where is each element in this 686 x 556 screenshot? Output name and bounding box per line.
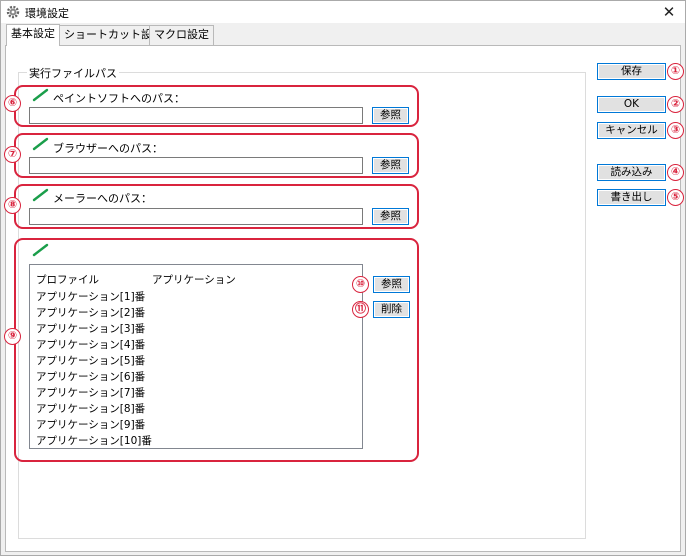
application-list[interactable]: プロファイル アプリケーション アプリケーション[1]番 アプリケーション[2]… (29, 264, 363, 449)
settings-window: 環境設定 ✕ 基本設定 ショートカット設定 マクロ設定 実行ファイルパス ペイン… (0, 0, 686, 556)
mailer-path-input[interactable] (29, 208, 363, 225)
pencil-icon (32, 88, 49, 102)
annotation-badge-1: ① (667, 63, 684, 80)
annotation-badge-8: ⑧ (4, 197, 21, 214)
group-label: 実行ファイルパス (27, 65, 119, 81)
annotation-badge-10: ⑩ (352, 276, 369, 293)
mailer-path-label: メーラーへのパス： (53, 192, 152, 205)
list-item[interactable]: アプリケーション[5]番 (36, 353, 145, 369)
annotation-badge-3: ③ (667, 122, 684, 139)
tab-basic-settings[interactable]: 基本設定 (6, 24, 60, 46)
list-item[interactable]: アプリケーション[8]番 (36, 401, 145, 417)
tab-macro-settings[interactable]: マクロ設定 (149, 25, 214, 45)
close-button[interactable]: ✕ (659, 2, 679, 22)
paint-browse-button[interactable]: 参照 (372, 107, 409, 124)
browser-path-input[interactable] (29, 157, 363, 174)
pencil-icon (32, 243, 49, 257)
save-button[interactable]: 保存 (597, 63, 666, 80)
cancel-button[interactable]: キャンセル (597, 122, 666, 139)
mailer-browse-button[interactable]: 参照 (372, 208, 409, 225)
pencil-icon (32, 137, 49, 151)
list-item[interactable]: アプリケーション[10]番 (36, 433, 152, 448)
column-header-application[interactable]: アプリケーション (152, 272, 236, 287)
export-button[interactable]: 書き出し (597, 189, 666, 206)
application-browse-button[interactable]: 参照 (373, 276, 410, 293)
list-item[interactable]: アプリケーション[2]番 (36, 305, 145, 321)
list-item[interactable]: アプリケーション[6]番 (36, 369, 145, 385)
title-bar: 環境設定 ✕ (1, 1, 685, 23)
annotation-badge-9: ⑨ (4, 328, 21, 345)
annotation-badge-6: ⑥ (4, 95, 21, 112)
column-header-profile[interactable]: プロファイル (36, 272, 99, 287)
annotation-badge-11: ⑪ (352, 301, 369, 318)
annotation-badge-4: ④ (667, 164, 684, 181)
list-item[interactable]: アプリケーション[1]番 (36, 289, 145, 305)
pencil-icon (32, 188, 49, 202)
browser-path-label: ブラウザーへのパス： (53, 142, 163, 155)
window-title: 環境設定 (25, 7, 69, 20)
application-delete-button[interactable]: 削除 (373, 301, 410, 318)
list-item[interactable]: アプリケーション[3]番 (36, 321, 145, 337)
annotation-badge-2: ② (667, 96, 684, 113)
browser-browse-button[interactable]: 参照 (372, 157, 409, 174)
close-icon: ✕ (662, 3, 676, 21)
annotation-badge-7: ⑦ (4, 146, 21, 163)
ok-button[interactable]: OK (597, 96, 666, 113)
list-item[interactable]: アプリケーション[9]番 (36, 417, 145, 433)
list-item[interactable]: アプリケーション[4]番 (36, 337, 145, 353)
gear-icon (6, 5, 20, 19)
paint-path-input[interactable] (29, 107, 363, 124)
list-item[interactable]: アプリケーション[7]番 (36, 385, 145, 401)
paint-path-label: ペイントソフトへのパス： (53, 92, 185, 105)
import-button[interactable]: 読み込み (597, 164, 666, 181)
annotation-badge-5: ⑤ (667, 189, 684, 206)
